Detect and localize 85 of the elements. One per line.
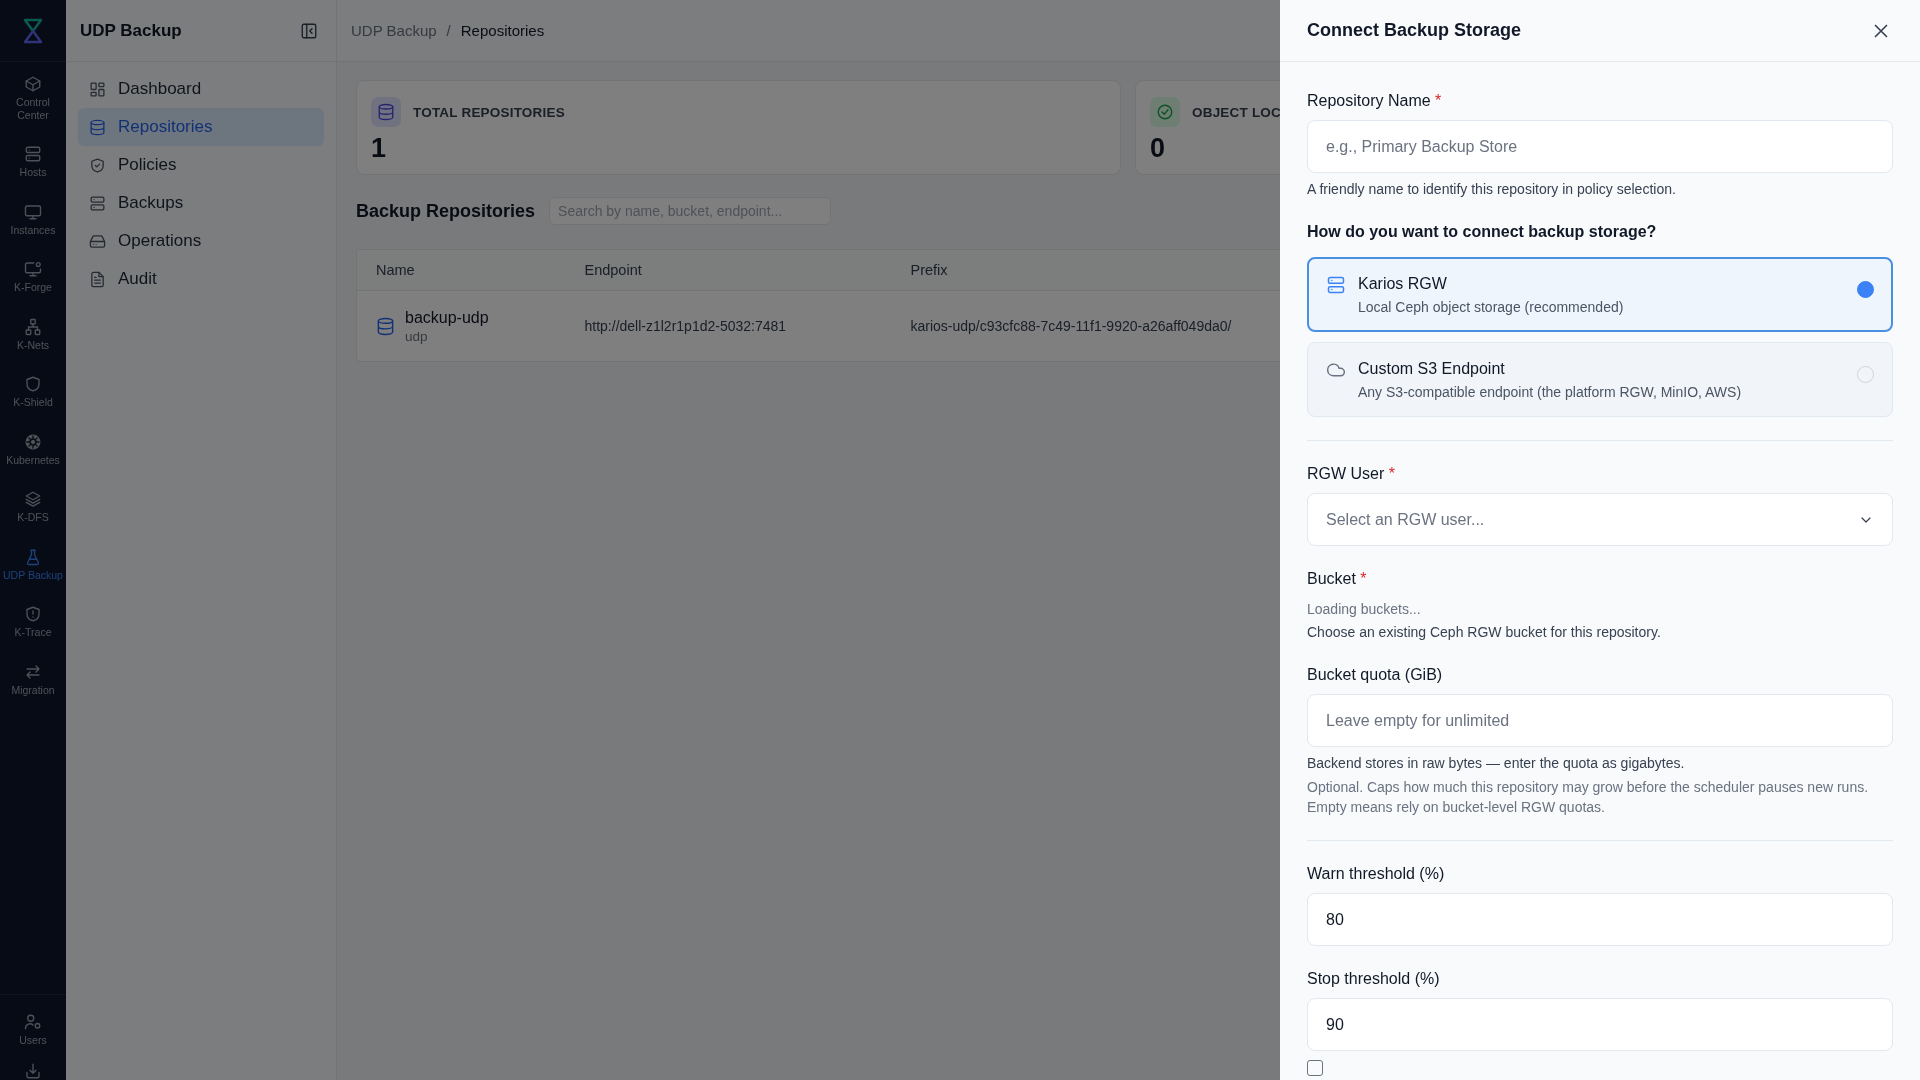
shield-alert-icon bbox=[24, 605, 42, 623]
cube-icon bbox=[24, 75, 42, 93]
field-label: RGW User * bbox=[1307, 464, 1396, 484]
storage-option[interactable]: Karios RGW Local Ceph object storage (recommended) bbox=[1307, 257, 1893, 332]
endpoint-cell: http://dell-z1l2r1p1d2-5032:7481 bbox=[584, 318, 787, 334]
option-description: Local Ceph object storage (recommended) bbox=[1358, 299, 1625, 315]
monitor-icon bbox=[24, 202, 42, 221]
column-header: Name bbox=[356, 249, 566, 291]
flask-icon bbox=[24, 547, 42, 566]
section-title: Backup Repositories bbox=[356, 200, 536, 222]
stat-label: OBJECT LOC bbox=[1192, 104, 1280, 120]
text-field[interactable]: 80 bbox=[1307, 893, 1893, 946]
prefix-cell: karios-udp/c93cfc88-7c49-11f1-9920-a26aff049da0/ bbox=[910, 318, 1232, 334]
rail-item[interactable]: Hosts bbox=[0, 137, 66, 187]
rail-item[interactable]: Migration bbox=[0, 654, 66, 704]
sidebar-item[interactable]: Operations bbox=[78, 222, 324, 260]
text-field[interactable]: e.g., Primary Backup Store bbox=[1307, 120, 1893, 173]
grid-icon bbox=[89, 80, 106, 98]
field-label: Repository Name * bbox=[1307, 91, 1443, 111]
option-title: Karios RGW bbox=[1358, 275, 1448, 293]
help-text: Optional. Caps how much this repository may grow before the scheduler pauses new runs. Empty means rely on bucket-level RGW quotas. bbox=[1307, 778, 1870, 817]
server-icon bbox=[89, 194, 106, 212]
breadcrumb-current: Repositories bbox=[460, 22, 545, 39]
select-field[interactable]: Select an RGW user... bbox=[1307, 493, 1893, 546]
stat-value: 0 bbox=[1150, 133, 1167, 163]
layers-icon bbox=[24, 490, 42, 508]
rail-item[interactable]: Control Center bbox=[0, 67, 66, 129]
server-icon bbox=[24, 145, 42, 163]
field-label: Bucket * bbox=[1307, 569, 1368, 589]
help-text: Choose an existing Ceph RGW bucket for this repository. bbox=[1307, 623, 1662, 642]
rail-item[interactable]: K-Nets bbox=[0, 309, 66, 359]
sidebar-collapse-icon bbox=[300, 21, 318, 40]
sidebar-item[interactable]: Backups bbox=[78, 184, 324, 222]
sidebar-title: UDP Backup bbox=[80, 20, 182, 41]
field-label: Bucket quota (GiB) bbox=[1307, 665, 1444, 685]
shield-icon bbox=[24, 375, 42, 393]
rail-item[interactable]: UDP Backup bbox=[0, 539, 66, 589]
rail-item[interactable]: Kubernetes bbox=[0, 424, 66, 474]
column-header: Endpoint bbox=[565, 249, 892, 291]
stat-value: 1 bbox=[371, 133, 388, 163]
column-header: Prefix bbox=[891, 249, 1280, 291]
monitor-gear-icon bbox=[24, 260, 42, 278]
server-icon bbox=[1326, 275, 1346, 295]
sidebar-item[interactable]: Policies bbox=[78, 146, 324, 184]
text-field[interactable]: 90 bbox=[1307, 998, 1893, 1051]
helm-wheel-icon bbox=[24, 432, 42, 451]
loading-text: Loading buckets... bbox=[1307, 600, 1422, 619]
checkbox[interactable] bbox=[1307, 1060, 1323, 1076]
help-text: A friendly name to identify this repository in policy selection. bbox=[1307, 180, 1677, 199]
option-description: Any S3-compatible endpoint (the platform RGW, MinIO, AWS) bbox=[1358, 384, 1743, 400]
sidebar-item[interactable]: Repositories bbox=[78, 108, 324, 146]
user-gear-icon bbox=[24, 1012, 42, 1031]
hard-drive-icon bbox=[89, 232, 106, 250]
database-icon bbox=[377, 103, 395, 121]
breadcrumb-separator: / bbox=[446, 22, 451, 39]
radio-button[interactable] bbox=[1857, 281, 1874, 298]
repository-subtitle: udp bbox=[405, 328, 429, 344]
check-circle-icon bbox=[1156, 103, 1174, 121]
rail-item[interactable]: K-Trace bbox=[0, 597, 66, 647]
rail-item[interactable]: K-DFS bbox=[0, 482, 66, 532]
sidebar-item[interactable]: Audit bbox=[78, 260, 324, 298]
text-field[interactable]: Leave empty for unlimited bbox=[1307, 694, 1893, 747]
drawer-title: Connect Backup Storage bbox=[1307, 20, 1522, 41]
rail-item[interactable]: Users bbox=[17, 1004, 49, 1054]
field-label: Stop threshold (%) bbox=[1307, 969, 1441, 989]
network-icon bbox=[24, 317, 42, 336]
database-icon bbox=[376, 316, 395, 336]
repository-name[interactable]: backup-udp bbox=[405, 308, 489, 327]
help-text: Backend stores in raw bytes — enter the quota as gigabytes. bbox=[1307, 754, 1686, 773]
stat-label: TOTAL REPOSITORIES bbox=[413, 104, 565, 120]
document-icon bbox=[89, 270, 106, 288]
breadcrumb-link[interactable]: UDP Backup bbox=[351, 22, 437, 39]
rail-item[interactable]: Instances bbox=[0, 194, 66, 244]
shield-check-icon bbox=[89, 156, 106, 174]
hourglass-logo-icon bbox=[23, 17, 43, 44]
tray-arrow-icon bbox=[24, 1062, 42, 1080]
cloud-icon bbox=[1326, 360, 1346, 380]
sidebar-item[interactable]: Dashboard bbox=[78, 70, 324, 108]
field-label: Warn threshold (%) bbox=[1307, 864, 1446, 884]
rail-item[interactable]: K-Forge bbox=[0, 252, 66, 302]
database-icon bbox=[89, 118, 106, 136]
rail-item[interactable]: K-Shield bbox=[0, 367, 66, 417]
storage-option[interactable]: Custom S3 Endpoint Any S3-compatible endpoint (the platform RGW, MinIO, AWS) bbox=[1307, 342, 1893, 417]
option-title: Custom S3 Endpoint bbox=[1358, 360, 1506, 378]
field-label: How do you want to connect backup storage? bbox=[1307, 222, 1658, 242]
